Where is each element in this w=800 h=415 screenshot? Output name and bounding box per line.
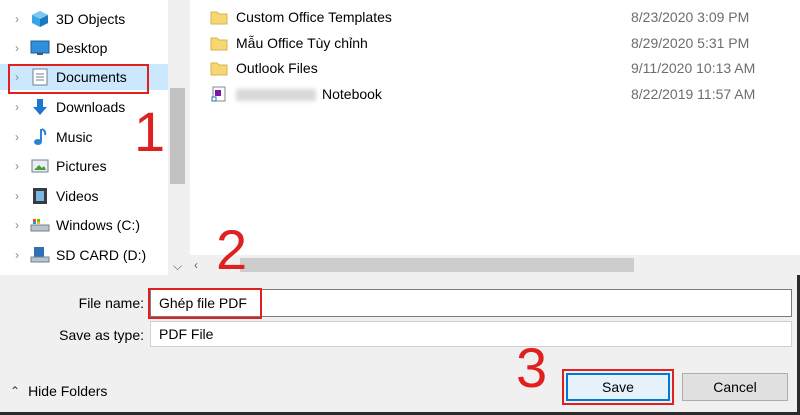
onenote-shortcut-icon (211, 86, 226, 102)
hide-folders-button[interactable]: ⌃ Hide Folders (10, 383, 107, 399)
chevron-right-icon[interactable]: › (12, 41, 22, 55)
annotation-step-3: 3 (516, 336, 548, 399)
cancel-button[interactable]: Cancel (682, 373, 788, 401)
chevron-left-icon[interactable]: ‹ (194, 255, 208, 275)
3d-objects-icon (30, 10, 50, 28)
videos-icon (30, 187, 50, 205)
folder-icon (210, 11, 228, 25)
list-item[interactable]: Custom Office Templates 8/23/2020 3:09 P… (210, 5, 780, 29)
save-type-select[interactable]: PDF File (150, 321, 792, 347)
nav-item-label: Desktop (56, 40, 108, 56)
hide-folders-label: Hide Folders (28, 383, 108, 399)
chevron-right-icon[interactable]: › (12, 100, 22, 114)
drive-c-icon (30, 216, 50, 234)
nav-item-label: SD CARD (D:) (56, 247, 147, 263)
nav-item-label: Windows (C:) (56, 217, 141, 233)
list-item[interactable]: Outlook Files 9/11/2020 10:13 AM (210, 56, 780, 80)
file-name: Outlook Files (236, 60, 318, 76)
annotation-box-file-name (148, 288, 262, 319)
sd-card-icon (30, 246, 50, 264)
save-dialog: › 3D Objects › Desktop › Documents › Dow… (0, 0, 800, 415)
desktop-icon (30, 39, 50, 57)
file-name: Custom Office Templates (236, 9, 392, 25)
file-name: Mẫu Office Tùy chỉnh (236, 35, 368, 51)
pictures-icon (30, 157, 50, 175)
nav-item-videos[interactable]: › Videos (0, 183, 168, 209)
chevron-right-icon[interactable]: › (12, 218, 22, 232)
nav-item-3d-objects[interactable]: › 3D Objects (0, 6, 168, 32)
file-date: 9/11/2020 10:13 AM (631, 60, 756, 76)
nav-scrollbar-thumb[interactable] (170, 88, 185, 184)
file-name-label: File name: (78, 295, 144, 311)
nav-item-label: Pictures (56, 158, 107, 174)
annotation-step-1: 1 (134, 100, 166, 163)
file-name: Notebook (322, 86, 382, 102)
file-date: 8/29/2020 5:31 PM (631, 35, 750, 51)
annotation-box-documents (8, 64, 149, 94)
file-date: 8/23/2020 3:09 PM (631, 9, 750, 25)
nav-item-label: 3D Objects (56, 11, 126, 27)
music-icon (30, 128, 50, 146)
folder-icon (210, 62, 228, 76)
list-item[interactable]: Notebook 8/22/2019 11:57 AM (210, 82, 780, 106)
list-item[interactable]: Mẫu Office Tùy chỉnh 8/29/2020 5:31 PM (210, 31, 780, 55)
hscrollbar-thumb[interactable] (240, 258, 634, 272)
file-date: 8/22/2019 11:57 AM (631, 86, 756, 102)
annotation-step-2: 2 (216, 218, 248, 281)
annotation-box-save (562, 369, 674, 405)
chevron-right-icon[interactable]: › (12, 12, 22, 26)
chevron-right-icon[interactable]: › (12, 130, 22, 144)
file-list-hscrollbar[interactable]: ‹ (190, 255, 800, 275)
folder-icon (210, 37, 228, 51)
chevron-down-icon[interactable]: ⌵ (168, 258, 187, 275)
chevron-right-icon[interactable]: › (12, 189, 22, 203)
file-list: Custom Office Templates 8/23/2020 3:09 P… (190, 0, 800, 255)
downloads-icon (30, 98, 50, 116)
nav-item-label: Videos (56, 188, 99, 204)
nav-item-sd-card[interactable]: › SD CARD (D:) (0, 242, 168, 268)
nav-item-windows-c[interactable]: › Windows (C:) (0, 212, 168, 238)
save-form: File name: Ghép file PDF Save as type: P… (0, 275, 797, 412)
chevron-up-icon: ⌃ (10, 384, 21, 398)
chevron-right-icon[interactable]: › (12, 159, 22, 173)
nav-item-label: Downloads (56, 99, 126, 115)
nav-item-label: Music (56, 129, 93, 145)
nav-item-desktop[interactable]: › Desktop (0, 35, 168, 61)
chevron-right-icon[interactable]: › (12, 248, 22, 262)
save-type-label: Save as type: (59, 327, 144, 343)
redacted-name (236, 89, 316, 102)
